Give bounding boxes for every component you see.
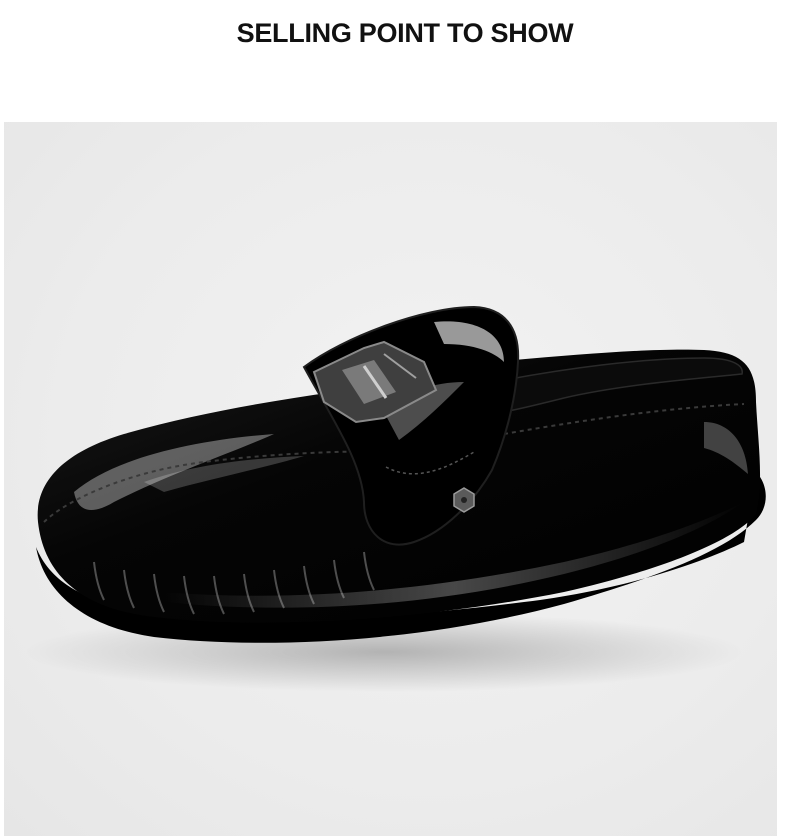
section-title: SELLING POINT TO SHOW [236, 18, 574, 48]
product-photo-panel [4, 122, 777, 836]
hex-rivet [453, 487, 475, 513]
loafer-shoe-icon [24, 305, 766, 692]
